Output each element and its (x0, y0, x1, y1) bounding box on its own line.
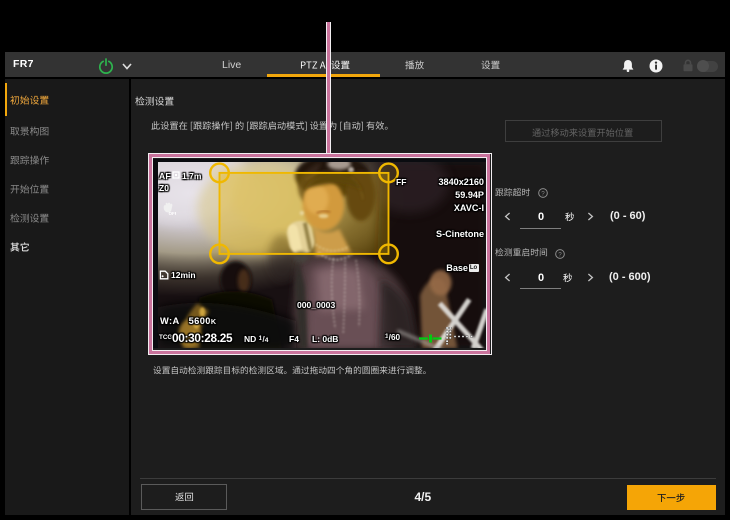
svg-text:?: ? (558, 251, 562, 258)
svg-text:?: ? (541, 190, 545, 197)
